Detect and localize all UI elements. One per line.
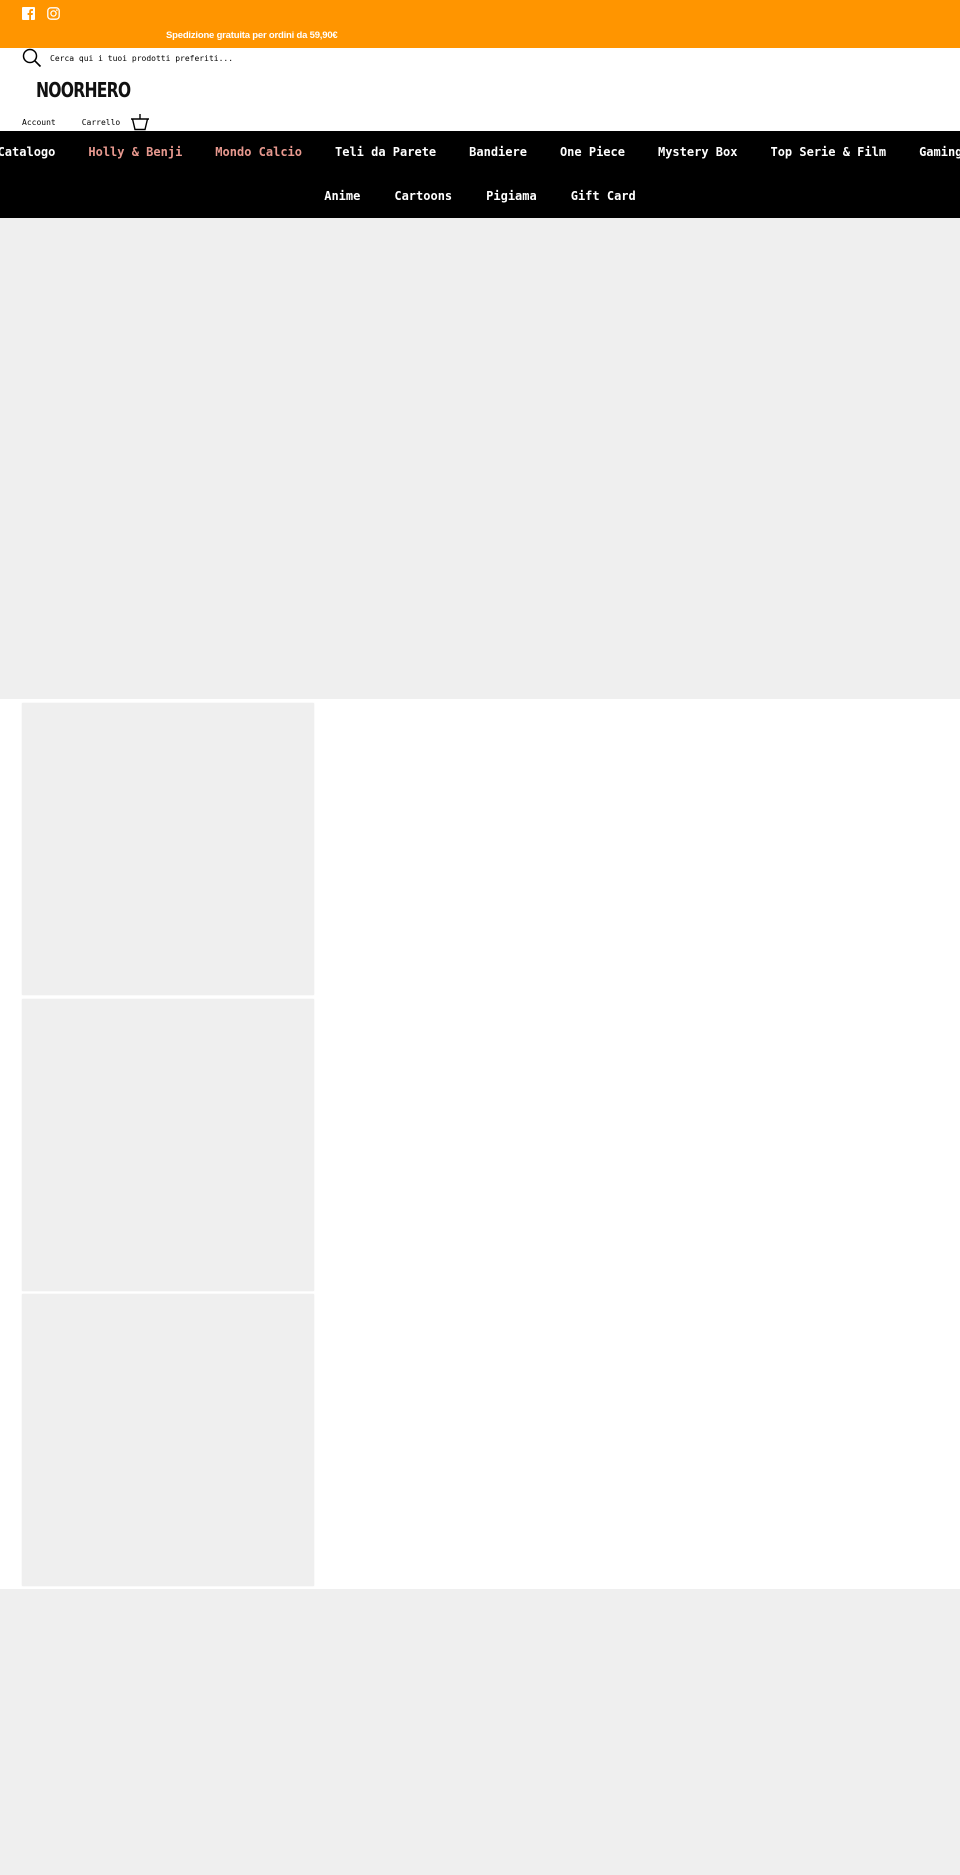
- basket-icon: [130, 113, 150, 131]
- footer-placeholder: [0, 1589, 960, 1875]
- nav-item-gaming[interactable]: Gaming: [919, 145, 960, 159]
- search-input[interactable]: [50, 51, 270, 65]
- nav-item-teli-da-parete[interactable]: Teli da Parete: [335, 145, 436, 159]
- product-list: [0, 699, 960, 1589]
- account-cart-row: Account Carrello: [22, 113, 151, 131]
- cart-label: Carrello: [81, 118, 121, 127]
- product-card-placeholder[interactable]: [22, 999, 314, 1291]
- product-card-placeholder[interactable]: [22, 703, 314, 995]
- search-bar: [22, 48, 270, 68]
- product-card-placeholder[interactable]: [22, 1294, 314, 1586]
- main-navigation: Catalogo Holly & Benji Mondo Calcio Teli…: [0, 131, 960, 218]
- nav-row-1: Catalogo Holly & Benji Mondo Calcio Teli…: [0, 145, 960, 159]
- hero-banner-placeholder: [0, 218, 960, 699]
- nav-item-mondo-calcio[interactable]: Mondo Calcio: [215, 145, 302, 159]
- nav-item-mystery-box[interactable]: Mystery Box: [658, 145, 737, 159]
- shipping-announcement: Spedizione gratuita per ordini da 59,90€: [166, 30, 338, 41]
- instagram-icon[interactable]: [47, 5, 60, 20]
- nav-row-2: Anime Cartoons Pigiama Gift Card: [0, 189, 960, 203]
- nav-item-holly-benji[interactable]: Holly & Benji: [88, 145, 182, 159]
- social-links: [22, 5, 60, 20]
- announcement-bar: Spedizione gratuita per ordini da 59,90€: [0, 0, 960, 48]
- cart-link[interactable]: Carrello: [81, 113, 151, 131]
- nav-item-one-piece[interactable]: One Piece: [560, 145, 625, 159]
- nav-item-cartoons[interactable]: Cartoons: [394, 189, 452, 203]
- nav-item-pigiama[interactable]: Pigiama: [486, 189, 537, 203]
- facebook-icon[interactable]: [22, 5, 35, 20]
- search-icon[interactable]: [22, 48, 42, 68]
- nav-item-top-serie-film[interactable]: Top Serie & Film: [770, 145, 886, 159]
- nav-item-catalogo[interactable]: Catalogo: [0, 145, 55, 159]
- site-logo[interactable]: NOORHERO: [36, 78, 131, 102]
- nav-item-anime[interactable]: Anime: [324, 189, 360, 203]
- nav-item-gift-card[interactable]: Gift Card: [571, 189, 636, 203]
- nav-item-bandiere[interactable]: Bandiere: [469, 145, 527, 159]
- account-link[interactable]: Account: [22, 118, 56, 127]
